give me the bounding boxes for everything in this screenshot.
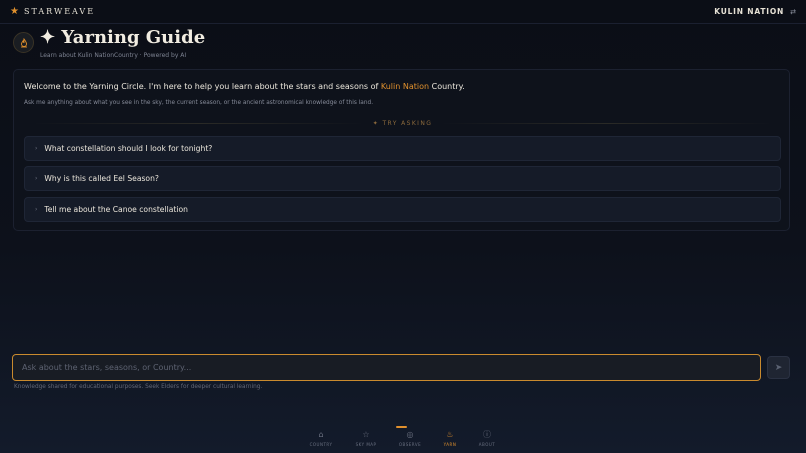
chevron-right-icon: › bbox=[35, 206, 38, 213]
chevron-right-icon: › bbox=[35, 145, 38, 152]
nation-name: KULIN NATION bbox=[714, 7, 785, 16]
suggestion-label: What constellation should I look for ton… bbox=[44, 144, 213, 153]
nav-label: SKY MAP bbox=[355, 442, 377, 447]
nation-link[interactable]: Kulin Nation bbox=[381, 82, 429, 91]
chat-input[interactable] bbox=[22, 363, 760, 372]
welcome-message: Welcome to the Yarning Circle. I'm here … bbox=[24, 82, 465, 91]
nav-label: ABOUT bbox=[478, 442, 496, 447]
suggestion-label: Tell me about the Canoe constellation bbox=[44, 205, 188, 214]
campfire-icon bbox=[20, 37, 27, 47]
welcome-text: Welcome to the Yarning Circle. I'm here … bbox=[24, 82, 381, 91]
nav-item-yarn[interactable]: ♨ YARN bbox=[430, 424, 470, 453]
yarning-guide-page: ★ STARWEAVE KULIN NATION ⇄ ✦ Yarning Gui… bbox=[0, 0, 806, 453]
disclaimer-text: Knowledge shared for educational purpose… bbox=[14, 384, 263, 390]
page-title: ✦ Yarning Guide bbox=[40, 27, 206, 48]
nav-label: YARN bbox=[443, 442, 457, 447]
nation-selector[interactable]: KULIN NATION ⇄ bbox=[714, 7, 796, 16]
switch-nation-icon[interactable]: ⇄ bbox=[790, 8, 796, 16]
star-logo-icon: ★ bbox=[10, 5, 19, 17]
campfire-icon: ♨ bbox=[446, 430, 454, 439]
info-icon: ⓘ bbox=[483, 430, 491, 439]
chevron-right-icon: › bbox=[35, 175, 38, 182]
top-bar: ★ STARWEAVE KULIN NATION ⇄ bbox=[0, 0, 806, 24]
send-button[interactable]: ➤ bbox=[767, 356, 790, 379]
chat-input-container bbox=[12, 354, 761, 381]
brand-name: STARWEAVE bbox=[23, 7, 96, 16]
nav-item-country[interactable]: ⌂ COUNTRY bbox=[301, 424, 341, 453]
suggestion-button[interactable]: › Tell me about the Canoe constellation bbox=[24, 197, 781, 222]
brand-logo[interactable]: ★ STARWEAVE bbox=[10, 5, 96, 17]
nav-label: OBSERVE bbox=[398, 442, 422, 447]
try-asking-divider: ✦ TRY ASKING bbox=[24, 118, 781, 128]
nav-item-sky-map[interactable]: ☆ SKY MAP bbox=[346, 424, 386, 453]
send-icon: ➤ bbox=[774, 362, 783, 373]
page-subtitle: Learn about Kulin NationCountry · Powere… bbox=[40, 52, 187, 59]
nav-label: COUNTRY bbox=[309, 442, 333, 447]
suggestion-button[interactable]: › Why is this called Eel Season? bbox=[24, 166, 781, 191]
welcome-text-end: Country. bbox=[429, 82, 465, 91]
bottom-nav: ⌂ COUNTRY ☆ SKY MAP ◎ OBSERVE ♨ YARN ⓘ A… bbox=[0, 424, 806, 453]
nav-item-observe[interactable]: ◎ OBSERVE bbox=[390, 424, 430, 453]
suggestion-label: Why is this called Eel Season? bbox=[44, 174, 159, 183]
welcome-helper-text: Ask me anything about what you see in th… bbox=[24, 100, 374, 106]
home-icon: ⌂ bbox=[318, 430, 324, 439]
telescope-icon: ◎ bbox=[406, 430, 414, 439]
try-asking-label: ✦ TRY ASKING bbox=[372, 119, 433, 127]
star-icon: ☆ bbox=[362, 430, 370, 439]
nav-item-about[interactable]: ⓘ ABOUT bbox=[467, 424, 507, 453]
campfire-avatar-icon bbox=[13, 32, 34, 53]
suggestion-button[interactable]: › What constellation should I look for t… bbox=[24, 136, 781, 161]
welcome-card: Welcome to the Yarning Circle. I'm here … bbox=[13, 69, 790, 231]
